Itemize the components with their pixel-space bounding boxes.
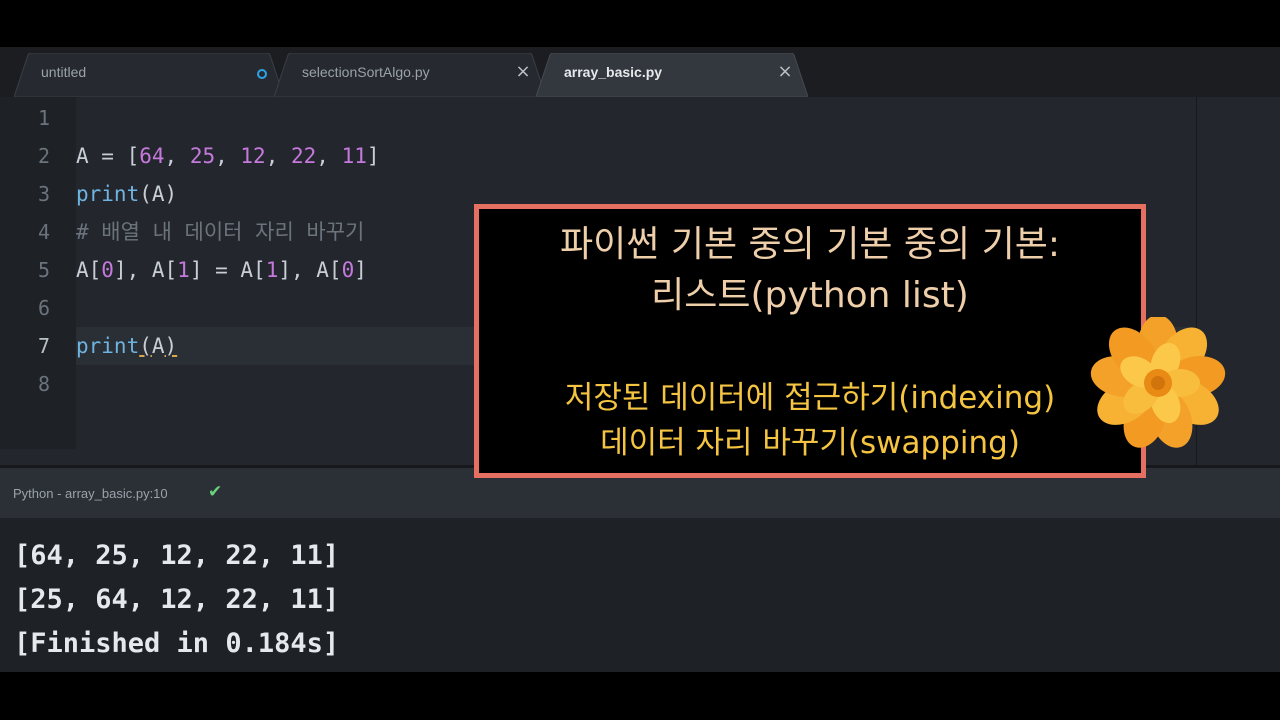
close-icon[interactable]: × — [775, 62, 795, 82]
number-token: 1 — [177, 258, 190, 282]
editor-window: untitled selectionSortAlgo.py × array_ba… — [0, 47, 1280, 672]
unsaved-dot-icon[interactable] — [257, 69, 267, 79]
output-panel[interactable]: [64, 25, 12, 22, 11] [25, 64, 12, 22, 11… — [0, 518, 1280, 672]
caption-subtitle-line1: 저장된 데이터에 접근하기(indexing) — [564, 380, 1056, 416]
caption-title-line2: 리스트(python list) — [651, 275, 969, 316]
line-number: 6 — [37, 296, 50, 320]
output-line: [64, 25, 12, 22, 11] — [14, 540, 340, 571]
code-line-4-comment: # 배열 내 데이터 자리 바꾸기 — [76, 220, 365, 244]
flower-icon — [1090, 317, 1226, 448]
function-token: print — [76, 182, 140, 206]
line-number: 4 — [37, 220, 50, 244]
code-token: , — [316, 144, 342, 168]
code-line-3: print(A) — [76, 175, 177, 213]
number-token: 1 — [265, 258, 279, 282]
tab-bar: untitled selectionSortAlgo.py × array_ba… — [0, 47, 1280, 97]
caption-title-line1: 파이썬 기본 중의 기본 중의 기본: — [560, 224, 1060, 265]
tab-label: selectionSortAlgo.py — [302, 64, 430, 80]
function-token: print — [76, 334, 140, 358]
tab-label: array_basic.py — [564, 64, 663, 80]
line-number: 1 — [37, 106, 50, 130]
line-number: 5 — [37, 258, 50, 282]
number-token: 64 — [139, 144, 165, 168]
tab-untitled[interactable]: untitled — [14, 53, 284, 97]
number-token: 0 — [341, 258, 355, 282]
caption-subtitle-line2: 데이터 자리 바꾸기(swapping) — [600, 425, 1020, 461]
code-token: , — [215, 144, 241, 168]
tab-label: untitled — [41, 64, 87, 80]
code-token: ] — [366, 144, 380, 168]
close-icon[interactable]: × — [513, 62, 533, 82]
number-token: 25 — [189, 144, 216, 168]
line-number: 8 — [37, 372, 50, 396]
code-line-5: A[0], A[1] = A[1], A[0] — [76, 251, 367, 289]
number-token: 22 — [291, 144, 317, 168]
code-line-2: A = [64, 25, 12, 22, 11] — [76, 137, 380, 175]
code-token: ], A[ — [113, 258, 178, 282]
paren-token: ( — [139, 334, 152, 358]
check-icon: ✔ — [208, 482, 223, 502]
line-number: 7 — [37, 334, 50, 358]
output-line: [Finished in 0.184s] — [14, 628, 340, 659]
number-token: 11 — [341, 144, 367, 168]
tab-array-basic[interactable]: array_basic.py × — [536, 53, 808, 97]
code-token: ] — [354, 258, 367, 282]
code-token: , — [164, 144, 190, 168]
code-token: A — [151, 334, 165, 358]
code-token: ] = A[ — [189, 258, 266, 282]
line-number: 2 — [37, 144, 50, 168]
build-status-text: Python - array_basic.py:10 — [13, 486, 168, 501]
code-token: (A) — [139, 182, 178, 206]
code-token: A = [ — [76, 144, 140, 168]
code-token: , — [265, 144, 291, 168]
code-token: ], A[ — [278, 258, 342, 282]
paren-token: ) — [164, 334, 178, 358]
caption-overlay: 파이썬 기본 중의 기본 중의 기본: 리스트(python list) 저장된… — [474, 204, 1146, 478]
number-token: 12 — [240, 144, 266, 168]
line-number: 3 — [37, 182, 50, 206]
code-line-7: print(A) — [76, 327, 177, 365]
code-token: A[ — [76, 258, 102, 282]
output-line: [25, 64, 12, 22, 11] — [14, 584, 340, 615]
tab-selectionsortalgo[interactable]: selectionSortAlgo.py × — [274, 53, 546, 97]
number-token: 0 — [101, 258, 114, 282]
